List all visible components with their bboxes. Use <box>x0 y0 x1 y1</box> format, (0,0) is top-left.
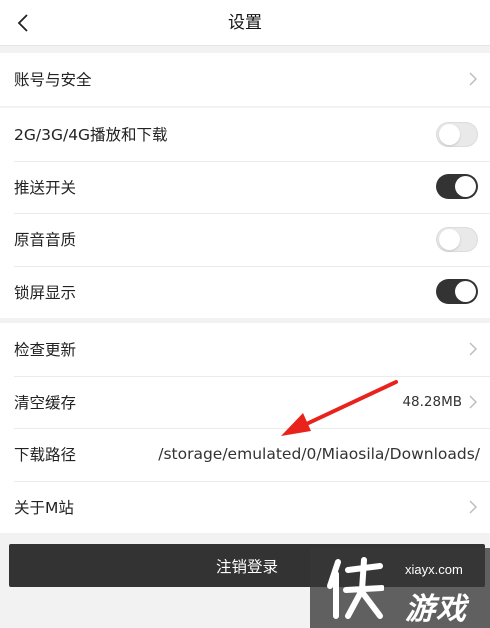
back-button[interactable] <box>8 8 38 38</box>
download-path-value: /storage/emulated/0/Miaosila/Downloads/ <box>158 445 480 464</box>
toggle-knob <box>439 123 460 145</box>
watermark-name: 游戏 <box>405 592 467 627</box>
push-row: 推送开关 <box>0 160 490 214</box>
toggle-knob <box>439 228 460 250</box>
lockscreen-toggle[interactable] <box>436 279 478 305</box>
top-bar: 设置 <box>0 0 490 46</box>
account-security-row[interactable]: 账号与安全 <box>0 53 490 106</box>
mobile-network-label: 2G/3G/4G播放和下载 <box>14 126 168 145</box>
toggle-knob <box>455 176 476 198</box>
original-audio-row: 原音音质 <box>0 213 490 266</box>
original-audio-label: 原音音质 <box>14 231 77 250</box>
watermark-site: xiayx.com <box>405 562 463 577</box>
account-security-label: 账号与安全 <box>14 71 92 90</box>
chevron-left-icon <box>17 14 28 32</box>
misc-group: 检查更新 清空缓存 48.28MB 下载路径 /storage/emulated… <box>0 323 490 533</box>
original-audio-toggle[interactable] <box>436 226 478 252</box>
check-update-row[interactable]: 检查更新 <box>0 323 490 376</box>
push-toggle[interactable] <box>436 174 478 200</box>
chevron-right-icon <box>468 342 478 356</box>
toggle-knob <box>455 281 476 303</box>
mobile-network-row: 2G/3G/4G播放和下载 <box>0 108 490 161</box>
chevron-right-icon <box>468 72 478 86</box>
watermark-logo-icon <box>327 557 384 619</box>
mobile-network-toggle[interactable] <box>436 121 478 147</box>
playback-group: 2G/3G/4G播放和下载 推送开关 原音音质 锁屏显示 <box>0 108 490 318</box>
cache-size-value: 48.28MB <box>402 393 462 410</box>
account-group: 账号与安全 <box>0 53 490 106</box>
site-watermark: xiayx.com 游戏 <box>310 548 490 628</box>
lockscreen-row: 锁屏显示 <box>0 265 490 319</box>
about-label: 关于M站 <box>14 498 74 517</box>
check-update-label: 检查更新 <box>14 341 77 360</box>
clear-cache-label: 清空缓存 <box>14 393 77 412</box>
chevron-right-icon <box>468 500 478 514</box>
lockscreen-label: 锁屏显示 <box>14 283 77 302</box>
about-row[interactable]: 关于M站 <box>0 480 490 534</box>
page-title: 设置 <box>228 13 262 33</box>
download-path-row[interactable]: 下载路径 /storage/emulated/0/Miaosila/Downlo… <box>0 428 490 481</box>
push-label: 推送开关 <box>14 178 77 197</box>
clear-cache-row[interactable]: 清空缓存 48.28MB <box>0 375 490 429</box>
chevron-right-icon <box>468 395 478 409</box>
